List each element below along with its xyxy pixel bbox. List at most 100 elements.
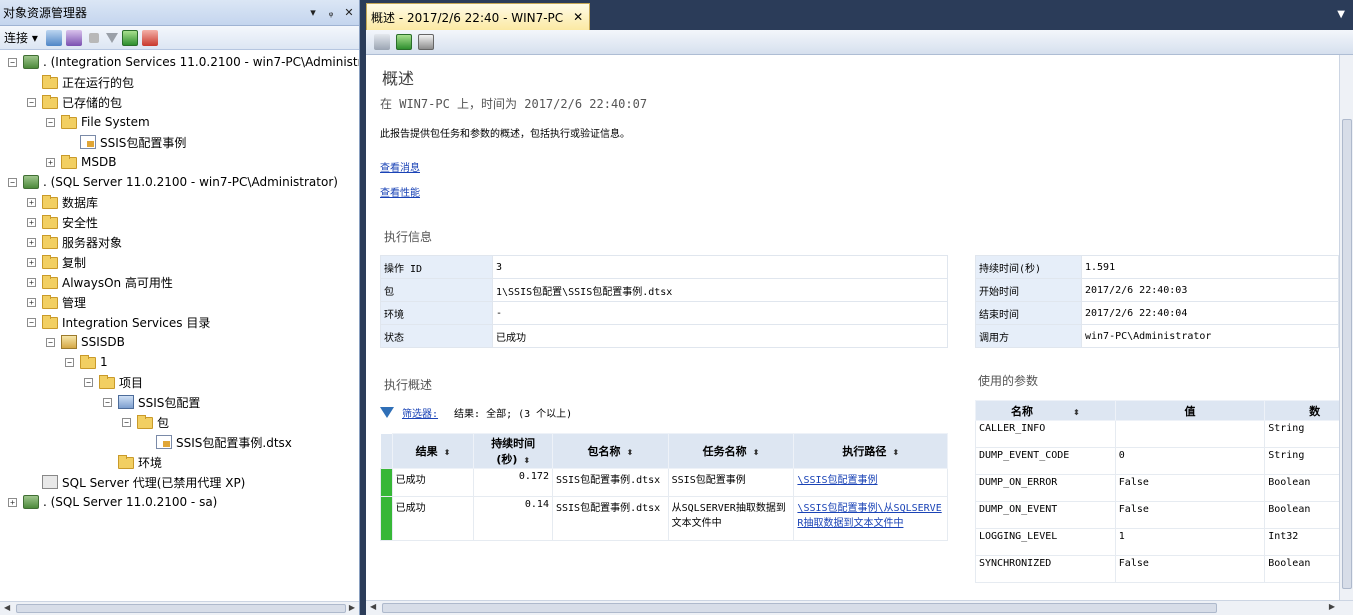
expand-icon[interactable]: + [27,297,36,307]
collapse-icon[interactable]: − [46,337,55,347]
sort-icon[interactable]: ⬍ [753,448,760,457]
collapse-icon[interactable]: − [27,97,36,107]
tree-node[interactable]: −1 [65,353,108,371]
expand-icon[interactable]: + [46,157,55,167]
scroll-thumb[interactable] [1342,119,1352,589]
scroll-right-icon[interactable]: ▶ [349,603,355,612]
connect-button[interactable]: 连接 ▾ [4,29,38,46]
refresh-icon[interactable] [396,34,412,50]
tree-node[interactable]: − Integration Services 目录 [27,313,210,331]
tree-node[interactable]: SSIS包配置事例 [65,133,186,151]
column-header[interactable]: 名称 ⬍ [975,400,1116,421]
tab-dropdown-icon[interactable]: ▼ [1337,9,1345,20]
tree-node[interactable]: SSIS包配置事例.dtsx [141,433,292,451]
close-icon[interactable]: ✕ [341,5,357,21]
collapse-icon[interactable]: − [8,57,17,67]
execution-overview-heading: 执行概述 [384,378,433,392]
scroll-right-icon[interactable]: ▶ [1329,602,1335,611]
collapse-icon[interactable]: − [122,417,131,427]
horizontal-scrollbar[interactable]: ◀ ▶ [366,600,1353,615]
column-header[interactable]: 值 [1114,400,1266,421]
filter-link[interactable]: 筛选器: [402,405,438,420]
horizontal-scrollbar[interactable]: ◀ ▶ [0,601,359,615]
column-header[interactable]: 持续时间(秒) ⬍ [473,433,553,469]
dropdown-icon[interactable]: ▾ [305,5,321,21]
tab-label: 概述 - 2017/2/6 22:40 - WIN7-PC [371,10,564,25]
collapse-icon[interactable]: − [65,357,74,367]
column-header[interactable]: 结果 ⬍ [391,433,475,469]
tree-node[interactable]: − File System [46,113,150,131]
sort-icon[interactable]: ⬍ [1073,408,1080,417]
expand-icon[interactable]: + [27,197,36,207]
tree-node[interactable]: + AlwaysOn 高可用性 [27,273,173,291]
collapse-icon[interactable]: − [84,377,93,387]
tree-node[interactable]: − . (SQL Server 11.0.2100 - win7-PC\Admin… [8,173,338,191]
execution-path-link[interactable]: \SSIS包配置事例\从SQLSERVER抽取数据到文本文件中 [797,503,941,529]
collapse-icon[interactable]: − [46,117,55,127]
sort-icon[interactable]: ⬍ [626,448,633,457]
column-header-label: 数 [1309,404,1321,418]
execution-path-link[interactable]: \SSIS包配置事例 [797,475,877,486]
cell-path[interactable]: \SSIS包配置事例\从SQLSERVER抽取数据到文本文件中 [793,496,948,541]
filter-icon[interactable] [105,32,118,43]
view-messages-link[interactable]: 查看消息 [380,159,420,174]
tree-node[interactable]: + 数据库 [27,193,98,211]
scroll-thumb[interactable] [382,603,1217,613]
disconnect-icon[interactable] [65,29,82,46]
object-explorer-tree: − . (Integration Services 11.0.2100 - win… [0,52,359,601]
tree-node[interactable]: + MSDB [46,153,116,171]
object-explorer-panel: 对象资源管理器 ▾ ᵩ ✕ 连接 ▾ − . (Integration Servi… [0,0,360,615]
scroll-left-icon[interactable]: ◀ [4,603,10,612]
print-icon[interactable] [418,34,434,50]
scroll-left-icon[interactable]: ◀ [370,602,376,611]
pin-icon[interactable]: ᵩ [323,5,339,21]
sort-icon[interactable]: ⬍ [892,448,899,457]
filter-icon[interactable] [380,407,394,418]
cell-text: 0 [1118,450,1125,461]
column-header[interactable]: 执行路径 ⬍ [793,433,948,469]
info-value: 2017/2/6 22:40:03 [1081,278,1339,302]
tree-node[interactable]: 正在运行的包 [27,73,134,91]
expand-icon[interactable]: + [27,257,36,267]
tree-node[interactable]: + 复制 [27,253,86,271]
tab-close-icon[interactable]: ✕ [573,10,583,24]
expand-icon[interactable]: + [27,237,36,247]
collapse-icon[interactable]: − [103,397,112,407]
tree-node[interactable]: + 安全性 [27,213,98,231]
expand-icon[interactable]: + [27,277,36,287]
table-row: LOGGING_LEVEL 1 Int32 [975,528,1339,556]
view-performance-link[interactable]: 查看性能 [380,184,420,199]
collapse-icon[interactable]: − [27,317,36,327]
sort-icon[interactable]: ⬍ [523,456,530,465]
column-header[interactable]: 数 [1264,400,1339,421]
column-header[interactable]: 任务名称 ⬍ [667,433,795,469]
tree-node[interactable]: − 包 [122,413,169,431]
tree-node[interactable]: − 项目 [84,373,143,391]
tree-node[interactable]: + 管理 [27,293,86,311]
tree-node[interactable]: 环境 [103,453,162,471]
tree-node[interactable]: + . (SQL Server 11.0.2100 - sa) [8,493,217,511]
connect-object-icon[interactable] [45,29,62,46]
expand-icon[interactable]: + [8,497,17,507]
tree-node[interactable]: − SSIS包配置 [103,393,200,411]
cell-path[interactable]: \SSIS包配置事例 [793,468,948,497]
tree-node[interactable]: + 服务器对象 [27,233,122,251]
tree-node[interactable]: SQL Server 代理(已禁用代理 XP) [27,473,245,491]
tree-node[interactable]: − . (Integration Services 11.0.2100 - win… [8,53,359,71]
info-key: 结束时间 [975,301,1082,325]
tab-overview-report[interactable]: 概述 - 2017/2/6 22:40 - WIN7-PC ✕ [366,3,591,30]
scroll-thumb[interactable] [16,604,346,613]
refresh-icon[interactable] [121,29,138,46]
back-icon[interactable] [374,34,390,50]
collapse-icon[interactable]: − [8,177,17,187]
column-header[interactable]: 包名称 ⬍ [551,433,669,469]
info-value: - [492,301,948,325]
sort-icon[interactable]: ⬍ [444,448,451,457]
tree-node[interactable]: − 已存储的包 [27,93,122,111]
info-row: 状态 已成功 [380,324,948,348]
vertical-scrollbar[interactable] [1339,55,1353,600]
expand-icon[interactable]: + [27,217,36,227]
tree-node[interactable]: − SSISDB [46,333,125,351]
stop-icon[interactable] [88,32,99,43]
activity-monitor-icon[interactable] [141,29,158,46]
